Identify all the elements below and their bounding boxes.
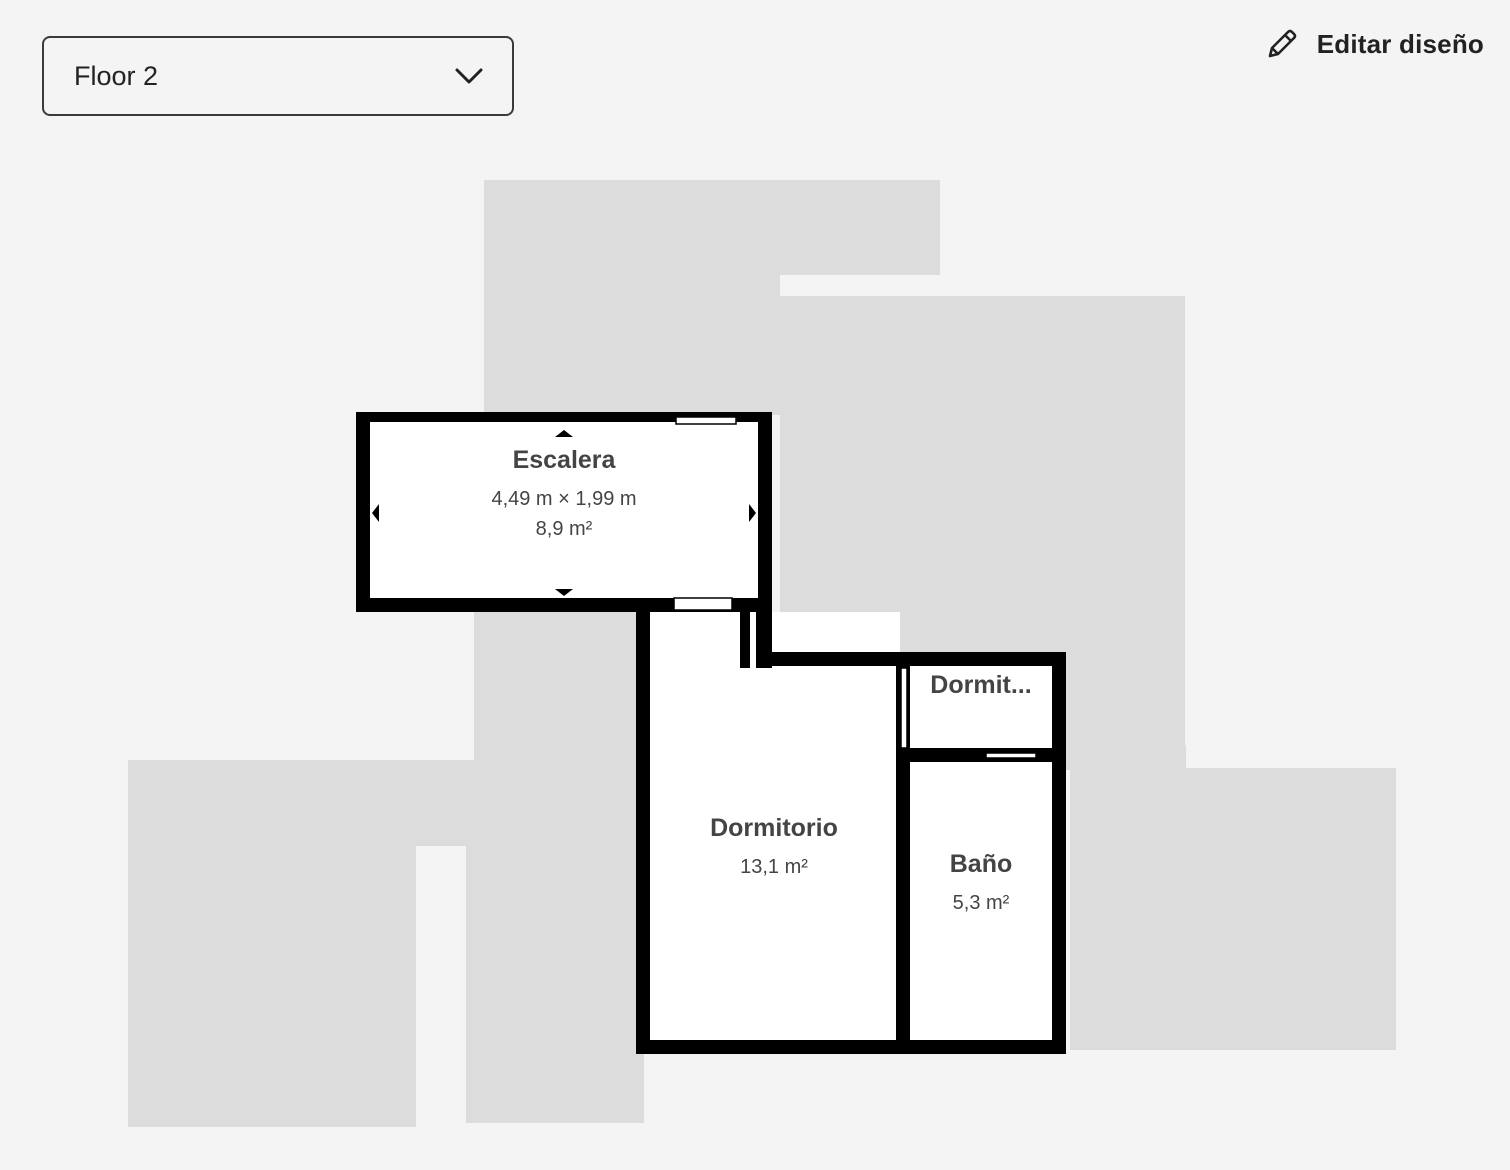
room-area: 5,3 m²	[953, 892, 1010, 914]
wall	[1052, 652, 1066, 1054]
ghost-block	[128, 845, 416, 1127]
room-bano[interactable]: Baño 5,3 m²	[910, 752, 1052, 1040]
ghost-block	[1184, 768, 1396, 1050]
door-opening	[985, 752, 1037, 759]
room-name: Baño	[950, 850, 1013, 878]
room-area: 8,9 m²	[536, 518, 593, 540]
wall	[740, 612, 750, 668]
ghost-block	[466, 845, 644, 1123]
floor-plan-canvas[interactable]: Escalera 4,49 m × 1,99 m 8,9 m² Dormitor…	[0, 0, 1510, 1170]
ghost-block	[1070, 745, 1186, 1050]
wall	[756, 652, 1066, 666]
door-opening	[673, 597, 733, 611]
pencil-icon	[1265, 27, 1299, 61]
floor-plan-app: Escalera 4,49 m × 1,99 m 8,9 m² Dormitor…	[0, 0, 1510, 1170]
room-name: Dormit...	[930, 671, 1031, 699]
ghost-block	[484, 180, 940, 275]
room-name: Escalera	[513, 446, 617, 474]
floor-selector[interactable]: Floor 2	[42, 36, 514, 116]
room-area: 13,1 m²	[740, 856, 808, 878]
wall	[636, 604, 650, 1054]
ghost-block	[622, 1045, 642, 1123]
wall	[636, 1040, 1066, 1054]
room-escalera[interactable]: Escalera 4,49 m × 1,99 m 8,9 m²	[356, 412, 772, 612]
wall	[896, 748, 1066, 762]
ghost-block	[484, 270, 780, 415]
floor-selector-value: Floor 2	[74, 60, 159, 91]
window-opening	[675, 416, 737, 425]
edit-layout-label: Editar diseño	[1316, 28, 1484, 59]
room-name: Dormitorio	[710, 814, 838, 842]
room-floor	[766, 666, 900, 686]
ghost-block	[474, 600, 644, 760]
edit-layout-button[interactable]: Editar diseño	[1265, 24, 1484, 64]
chevron-down-icon	[454, 66, 484, 86]
ghost-block	[128, 760, 644, 846]
room-dimensions: 4,49 m × 1,99 m	[491, 488, 636, 510]
door-opening	[900, 667, 908, 749]
wall	[356, 412, 370, 612]
wall	[758, 412, 772, 612]
